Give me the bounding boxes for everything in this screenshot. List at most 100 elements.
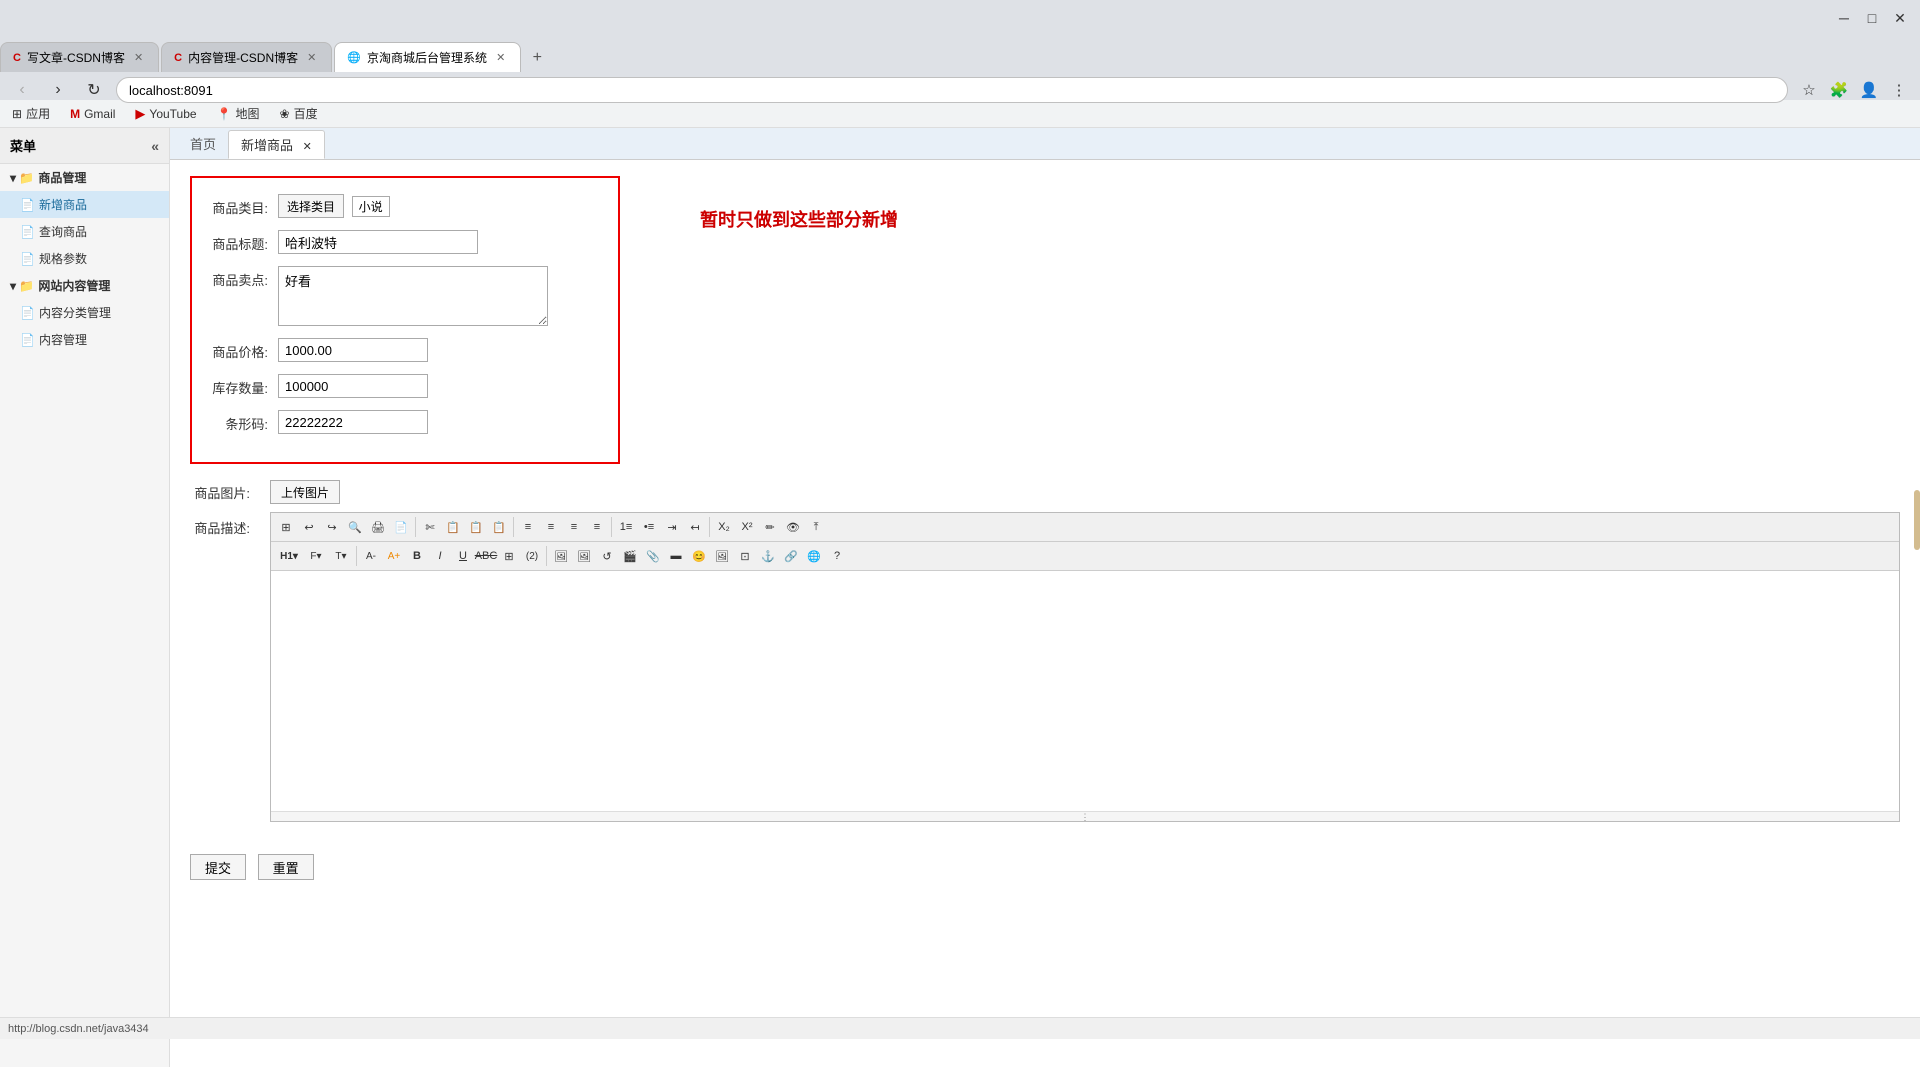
- close-button[interactable]: ✕: [1888, 6, 1912, 30]
- tb-plugin[interactable]: ⊞: [275, 516, 297, 538]
- tb-strike[interactable]: ABC: [475, 545, 497, 567]
- tb-sup[interactable]: X²: [736, 516, 758, 538]
- tb-paste2[interactable]: 📋: [488, 516, 510, 538]
- tb-bold[interactable]: B: [406, 545, 428, 567]
- tb-new[interactable]: 📄: [390, 516, 412, 538]
- bookmark-star-button[interactable]: ☆: [1796, 77, 1822, 103]
- new-tab-button[interactable]: +: [523, 44, 551, 72]
- tb-align-right[interactable]: ≡: [563, 516, 585, 538]
- tb-font-family[interactable]: F▾: [304, 545, 328, 567]
- reset-button[interactable]: 重置: [258, 854, 314, 880]
- tb-undo[interactable]: ↩: [298, 516, 320, 538]
- scrollbar-thumb[interactable]: [1914, 490, 1920, 550]
- tb-img[interactable]: 🖼: [550, 545, 572, 567]
- tb-link[interactable]: 🔗: [780, 545, 802, 567]
- tb-align-center[interactable]: ≡: [540, 516, 562, 538]
- upload-image-button[interactable]: 上传图片: [270, 480, 340, 504]
- apps-icon: ⊞: [12, 107, 22, 121]
- tb-font-size[interactable]: T▾: [329, 545, 353, 567]
- bookmark-baidu[interactable]: ❀ 百度: [276, 103, 322, 124]
- browser-tab-2[interactable]: C 内容管理-CSDN博客 ✕: [161, 42, 332, 72]
- tb-table[interactable]: ⊞: [498, 545, 520, 567]
- tb-align-justify[interactable]: ≡: [586, 516, 608, 538]
- tb-indent[interactable]: ⇥: [661, 516, 683, 538]
- sidebar-item-content-category[interactable]: 📄 内容分类管理: [0, 299, 169, 326]
- bookmark-youtube[interactable]: ▶ YouTube: [131, 104, 200, 124]
- tab1-close[interactable]: ✕: [131, 50, 146, 65]
- bookmark-maps[interactable]: 📍 地图: [213, 103, 264, 124]
- bookmark-gmail[interactable]: M Gmail: [66, 105, 119, 123]
- tb-ol[interactable]: 1≡: [615, 516, 637, 538]
- profile-button[interactable]: 👤: [1856, 77, 1882, 103]
- back-button[interactable]: ‹: [8, 76, 36, 104]
- tab3-close[interactable]: ✕: [493, 50, 508, 65]
- category-content-management[interactable]: ▾ 📁 网站内容管理: [0, 272, 169, 299]
- sidebar-item-spec-params[interactable]: 📄 规格参数: [0, 245, 169, 272]
- tb-preview[interactable]: 👁: [782, 516, 804, 538]
- browser-tab-1[interactable]: C 写文章-CSDN博客 ✕: [0, 42, 159, 72]
- tb-redo[interactable]: ↪: [321, 516, 343, 538]
- tb-font-grow[interactable]: A+: [383, 545, 405, 567]
- page-tab-add-product[interactable]: 新增商品 ✕: [228, 130, 325, 159]
- title-input[interactable]: [278, 230, 478, 254]
- tb-img3[interactable]: 🖼: [711, 545, 733, 567]
- tb-media[interactable]: 🎬: [619, 545, 641, 567]
- page-tab-close-button[interactable]: ✕: [303, 141, 312, 153]
- reload-button[interactable]: ↻: [80, 76, 108, 104]
- tb-outdent[interactable]: ↤: [684, 516, 706, 538]
- bookmark-apps[interactable]: ⊞ 应用: [8, 103, 54, 124]
- price-input[interactable]: [278, 338, 428, 362]
- maximize-button[interactable]: □: [1860, 6, 1884, 30]
- stock-input[interactable]: [278, 374, 428, 398]
- minimize-button[interactable]: ─: [1832, 6, 1856, 30]
- tb-print[interactable]: 🖨: [367, 516, 389, 538]
- tb-h1[interactable]: H1▾: [275, 545, 303, 567]
- tb-find[interactable]: 🔍: [344, 516, 366, 538]
- category-product-management[interactable]: ▾ 📁 商品管理: [0, 164, 169, 191]
- tb-copy[interactable]: 📋: [442, 516, 464, 538]
- tb-ul[interactable]: •≡: [638, 516, 660, 538]
- browser-tab-3[interactable]: 🌐 京淘商城后台管理系统 ✕: [334, 42, 521, 72]
- sidebar-item-content-manage[interactable]: 📄 内容管理: [0, 326, 169, 353]
- tb-paste1[interactable]: 📋: [465, 516, 487, 538]
- tb-html[interactable]: (2): [521, 545, 543, 567]
- gmail-label: Gmail: [84, 107, 115, 121]
- form-row-barcode: 条形码:: [208, 410, 602, 434]
- selling-textarea[interactable]: 好看: [278, 266, 548, 326]
- address-input[interactable]: [116, 77, 1788, 103]
- tb-unlink[interactable]: 🌐: [803, 545, 825, 567]
- query-product-label: 查询商品: [39, 223, 87, 240]
- menu-button[interactable]: ⋮: [1886, 77, 1912, 103]
- forward-button[interactable]: ›: [44, 76, 72, 104]
- tb-img2[interactable]: 🖼: [573, 545, 595, 567]
- tb-emoji[interactable]: 😊: [688, 545, 710, 567]
- tb-cut[interactable]: ✄: [419, 516, 441, 538]
- tb-attach[interactable]: 📎: [642, 545, 664, 567]
- baidu-icon: ❀: [280, 107, 290, 121]
- tb-source[interactable]: ✏: [759, 516, 781, 538]
- tb-help[interactable]: ?: [826, 545, 848, 567]
- tb-align-left[interactable]: ≡: [517, 516, 539, 538]
- category-select-button[interactable]: 选择类目: [278, 194, 344, 218]
- sidebar-item-query-product[interactable]: 📄 查询商品: [0, 218, 169, 245]
- category-tag[interactable]: 小说: [352, 196, 390, 217]
- submit-button[interactable]: 提交: [190, 854, 246, 880]
- editor-content[interactable]: [271, 571, 1899, 811]
- tb-font-shrink[interactable]: A-: [360, 545, 382, 567]
- tb-fullscreen[interactable]: ⤒: [805, 516, 827, 538]
- barcode-input[interactable]: [278, 410, 428, 434]
- tb-rotate[interactable]: ↺: [596, 545, 618, 567]
- tb-hr[interactable]: ▬: [665, 545, 687, 567]
- sidebar-collapse-button[interactable]: «: [151, 138, 159, 154]
- sidebar-item-add-product[interactable]: 📄 新增商品: [0, 191, 169, 218]
- tb-anchor[interactable]: ⚓: [757, 545, 779, 567]
- tab2-close[interactable]: ✕: [304, 50, 319, 65]
- editor-resize-handle[interactable]: ⋮: [271, 811, 1899, 821]
- tabs-bar: C 写文章-CSDN博客 ✕ C 内容管理-CSDN博客 ✕ 🌐 京淘商城后台管…: [0, 36, 1920, 72]
- page-tab-home[interactable]: 首页: [178, 130, 228, 157]
- extensions-button[interactable]: 🧩: [1826, 77, 1852, 103]
- tb-underline[interactable]: U: [452, 545, 474, 567]
- tb-widget[interactable]: ⊡: [734, 545, 756, 567]
- tb-sub[interactable]: X₂: [713, 516, 735, 538]
- tb-italic[interactable]: I: [429, 545, 451, 567]
